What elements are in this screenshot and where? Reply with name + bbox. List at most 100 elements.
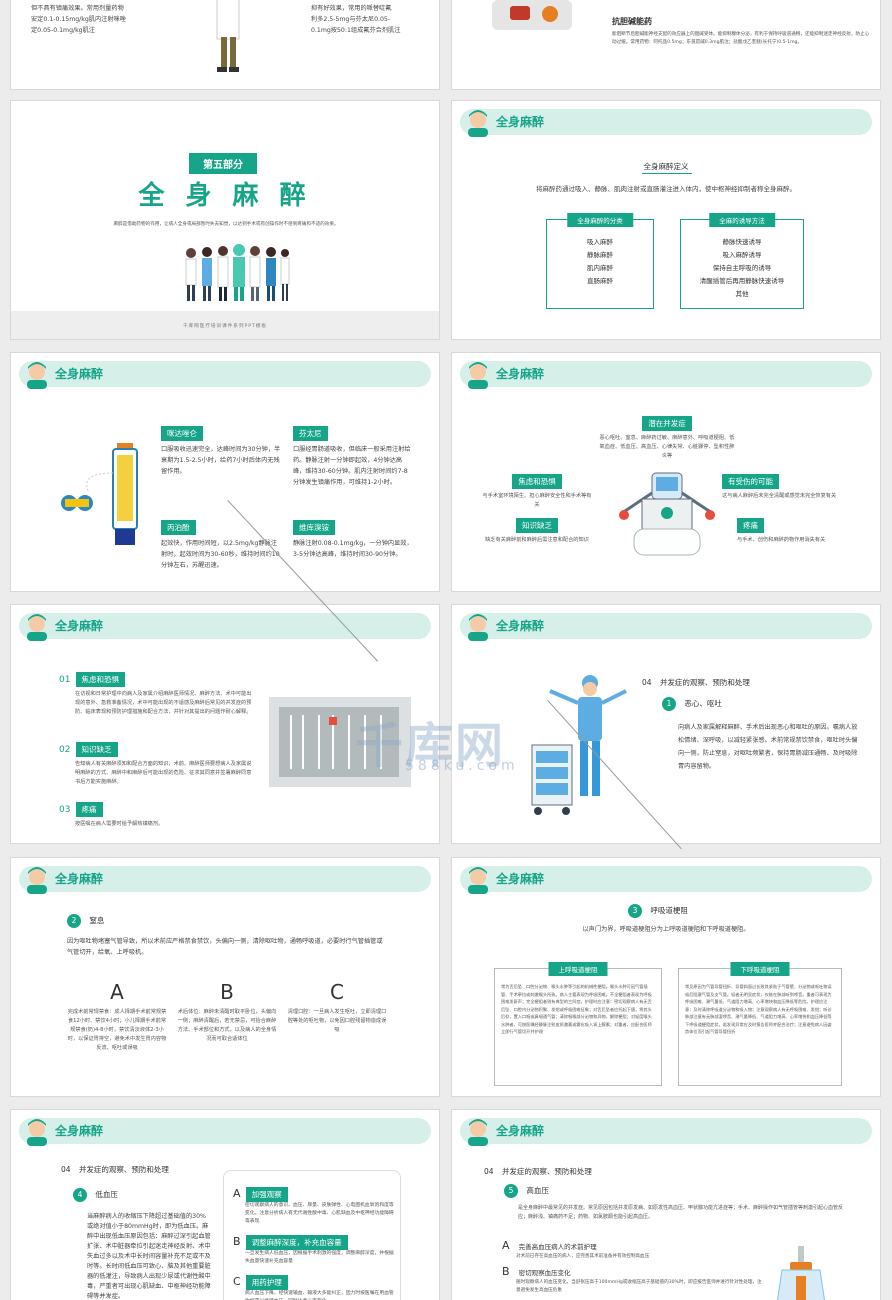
lower-airway-title: 下呼吸道梗阻 [730,962,790,976]
diagnosis-injury: 有受伤的可能 这与病人麻醉后未完全清醒或感觉未完全恢复有关 [722,469,842,501]
diagnosis-knowledge: 知识缺乏 缺乏有关麻醉前和麻醉后需注意和配合的知识 [482,513,592,545]
section-title: 全身麻醉 [55,367,104,381]
section-title: 全身麻醉 [496,1124,545,1138]
nausea-body: 向病人及家属解释麻醉、手术后出现恶心和呕吐的原因。嘱病人放松情绪、深呼吸，以减轻… [678,724,858,770]
observation-heading: 04 并发症的观察、预防和处理 [61,1165,169,1174]
surgical-robot-illustration [619,472,715,556]
text-right: 抑有好效果，常用的哌替啶氟 利多2.5-5mg与芬太尼0.05- 0.1mg按5… [311,5,401,34]
cover-footer: 千库网医疗培训课件系列PPT模板 [182,324,268,329]
drug-item-2: 芬太尼 口服经胃肠道吸收，但临床一般采用注射给药。静脉注射一分钟即起效，4分钟达… [293,421,413,488]
hypertension-subheading: 5 高血压 [504,1184,549,1198]
slide-12-hypertension: 全身麻醉 04 并发症的观察、预防和处理 5 高血压 是全身麻醉中最常见的并发症… [451,1109,881,1300]
slide-header: 全身麻醉 [460,361,872,389]
drug-title: 咪达唑仑 [161,426,203,441]
upper-airway-box: 上呼吸道梗阻 常为舌后坠、口腔分泌物、喉头水肿等引起的机械性梗阻。喉头水肿可因气… [494,962,662,1086]
hypotension-measure-a: A 加强观察 密切观察病人的意识、血压、尿量、皮肤弹性、心电图机血氧饱和度等变化… [233,1187,394,1224]
slide-header: 全身麻醉 [460,1118,872,1146]
slide-1: 但不具有镇痛效果。常用剂量药物 安定0.1-0.15mg/kg肌内注射咪唑 定0… [10,0,440,90]
drug-title: 丙泊酚 [161,520,196,535]
section-title: 全身麻醉 [496,115,545,129]
section-title: 全身麻醉 [496,367,545,381]
drug-item-1: 咪达唑仑 口服吸收迅速完全，达峰时间为30分钟，半衰期为1.5-2.5小时，给药… [161,421,281,477]
classification-list: 吸入麻醉 静脉麻醉 肌内麻醉 直肠麻醉 [587,238,613,285]
drug-body: 口服吸收迅速完全，达峰时间为30分钟，半衰期为1.5-2.5小时，给药7小时后体… [161,446,281,475]
airway-subheading: 3 呼吸道梗阻 [628,904,688,918]
hypertension-measure-b: B 密切观察血压变化 随时观察病人的血压变化，当舒张压高于100mmHg或收缩压… [502,1265,762,1293]
definition-title: 全身麻醉定义 [643,162,689,171]
anticholinergic-heading: 抗胆碱能药 [612,17,652,26]
drug-body: 口服经胃肠道吸收，但临床一般采用注射给药。静脉注射一分钟即起效，4分钟达高峰，维… [293,446,411,486]
lower-airway-body: 常见原因为气管导管扭折、导管斜面过长致其紧贴于气管壁、分泌物或呕吐物误吸后阻塞气… [685,984,832,1034]
induction-box: 全麻的诱导方法 静脉快速诱导 吸入麻醉诱导 保持自主呼吸的诱导 清醒插管后再用静… [680,213,804,309]
definition-body: 将麻醉药通过吸入、静脉、肌肉注射或直肠灌注进入体内，使中枢神经抑制者称全身麻醉。 [536,185,796,193]
hypertension-measure-a: A 完善高血压病人的术前护理 对术前已存在高血压的病人，应完善其术前准备并有效控… [502,1239,650,1259]
measure-item-3: 03 疼痛 按医嘱在病人需要时给予解热镇痛剂。 [59,797,254,829]
watermark-url: 588ku.com [405,758,519,774]
medical-team-illustration [185,244,290,301]
nurse-avatar-icon [27,362,47,389]
doctor-illustration [216,0,240,72]
section-title: 全身麻醉 [55,872,104,886]
nurse-avatar-icon [468,110,488,137]
hypotension-measure-b: B 调整麻醉深度，补充血容量 一旦发生病人低血压，因根据手术刺激的强度，调整麻醉… [233,1235,394,1264]
lower-airway-box: 下呼吸道梗阻 常见原因为气管导管扭折、导管斜面过长致其紧贴于气管壁、分泌物或呕吐… [678,962,842,1086]
hypertension-body: 是全身麻醉中最常见的并发症。常见原因包括并发原发病、如原发性高血压、甲状腺功能亢… [518,1205,844,1220]
asphyxia-col-b: B 术后体位：麻醉未清醒时取平卧位，头偏向一侧；麻醉清醒后，若无禁忌，可抬合麻醉… [177,980,277,1042]
nausea-subheading: 1 恶心、呕吐 [662,697,722,711]
slide-header: 全身麻醉 [19,866,431,894]
complications-body: 恶心呕吐、窒息、麻醉药过敏、麻醉意外、呼吸道梗阻、低氧血症、低血压、高血压、心律… [599,435,735,459]
section-title: 全身麻醉 [496,872,545,886]
drug-title: 芬太尼 [293,426,328,441]
anticholinergic-body: 能阻断节后胆碱能神经支配的效应器上的胆碱受体。能抑制腺体分泌，有利于保持呼吸道通… [612,32,870,45]
observation-heading: 04 并发症的观察、预防和处理 [484,1167,592,1176]
slide-header: 全身麻醉 [460,613,872,641]
measure-item-2: 02 知识缺乏 告知病人有关麻醉须知和配合方面的知识，术前、麻醉医师要想病人及家… [59,737,254,787]
iv-drip-bottle-illustration [776,1246,826,1300]
asphyxia-intro: 因为呕吐物堵塞气管导致，所以术前应严格禁食禁饮，头偏向一侧，清除呕吐物，通畅呼吸… [67,938,383,956]
diagnosis-anxiety: 焦虑和恐惧 与手术室环境陌生、担心麻醉安全性和手术等有关 [482,469,592,510]
nurse-avatar-icon [468,362,488,389]
asphyxia-col-a: A 完成术前常规禁食：成人择期手术前常规禁食12小时、禁饮4小时；小儿择期手术前… [67,980,167,1051]
nurse-with-cart-illustration [531,675,627,815]
slide-header: 全身麻醉 [19,613,431,641]
upper-airway-body: 常为舌后坠、口腔分泌物、喉头水肿等引起的机械性梗阻。喉头水肿可因气管插管、手术牵… [501,984,652,1034]
drug-body: 静脉注射0.08-0.1mg/kg，一分钟内显效，3-5分钟达高峰，维持时间30… [293,540,413,558]
slide-5-drugs: 全身麻醉 咪达唑仑 口服吸收迅速完全，达峰时间为30分钟，半衰期为1.5-2.5… [10,352,440,592]
hypotension-body: 当麻醉病人的收缩压下降超过基础值的30%或绝对值小于80mmHg时，即为低血压。… [87,1213,211,1300]
slide-6-complications: 全身麻醉 潜在并发症 恶心呕吐、窒息、麻醉药过敏、麻醉意外、呼吸道梗阻、低氧血症… [451,352,881,592]
hypotension-measure-c: C 用药护理 病人血压下降，经快速输血、输液大多能纠正，因力时按医嘱在用血管收缩… [233,1275,394,1300]
airway-intro: 以声门为界，呼吸道梗阻分为上呼吸道梗阻和下呼吸道梗阻。 [582,926,750,933]
slide-3-cover: 第五部分 全 身 麻 醉 麻醉是借助药物的作用，让病人全身或局部暂时失去知觉，以… [10,100,440,340]
slide-2: 抗胆碱能药 能阻断节后胆碱能神经支配的效应器上的胆碱受体。能抑制腺体分泌，有利于… [451,0,881,90]
nurse-avatar-icon [468,867,488,894]
drug-item-3: 丙泊酚 起效快，作用时间短，以2.5mg/kg静脉注射时，起效时间为30-60秒… [161,515,281,571]
classification-title: 全身麻醉的分类 [567,213,633,227]
classification-box: 全身麻醉的分类 吸入麻醉 静脉麻醉 肌内麻醉 直肠麻醉 [546,213,654,309]
asphyxia-subheading: 2 窒息 [67,914,104,928]
section-title: 全身麻醉 [55,619,104,633]
slide-9-asphyxia: 全身麻醉 2 窒息 因为呕吐物堵塞气管导致，所以术前应严格禁食禁饮，头偏向一侧，… [10,857,440,1097]
nurse-avatar-icon [27,1119,47,1146]
observation-heading: 04 并发症的观察、预防和处理 [642,678,750,687]
induction-list: 静脉快速诱导 吸入麻醉诱导 保持自主呼吸的诱导 清醒插管后再用静脉快速诱导 其他 [699,238,785,298]
medical-kit-illustration [492,0,572,30]
section-title: 全身麻醉 [496,619,545,633]
potential-complications: 潜在并发症 恶心呕吐、窒息、麻醉药过敏、麻醉意外、呼吸道梗阻、低氧血症、低血压、… [597,411,737,461]
upper-airway-title: 上呼吸道梗阻 [548,962,608,976]
slide-10-airway: 全身麻醉 3 呼吸道梗阻 以声门为界，呼吸道梗阻分为上呼吸道梗阻和下呼吸道梗阻。… [451,857,881,1097]
diagnosis-pain: 疼痛 与手术、创伤和麻醉药物作用消失有关 [737,513,847,545]
induction-title: 全麻的诱导方法 [709,213,775,227]
drug-item-4: 维库溴铵 静脉注射0.08-0.1mg/kg，一分钟内显效，3-5分钟达高峰，维… [293,515,413,560]
anesthesia-vaporizer-illustration [61,443,138,545]
text-left: 但不具有镇痛效果。常用剂量药物 安定0.1-0.15mg/kg肌内注射咪唑 定0… [31,5,126,34]
measure-item-1: 01 焦虑和恐惧 在访视和日常护理中向病人及家属介绍麻醉医师情况、麻醉方法、术中… [59,667,254,717]
section-title: 全身麻醉 [55,1124,104,1138]
slide-header: 全身麻醉 [19,361,431,389]
slide-4-definition: 全身麻醉 全身麻醉定义 将麻醉药通过吸入、静脉、肌肉注射或直肠灌注进入体内，使中… [451,100,881,340]
part-badge: 第五部分 [189,153,257,174]
cover-title: 全 身 麻 醉 [138,181,312,211]
slide-header: 全身麻醉 [19,1118,431,1146]
nurse-avatar-icon [468,1119,488,1146]
nurse-avatar-icon [468,614,488,641]
complications-title: 潜在并发症 [642,416,692,431]
